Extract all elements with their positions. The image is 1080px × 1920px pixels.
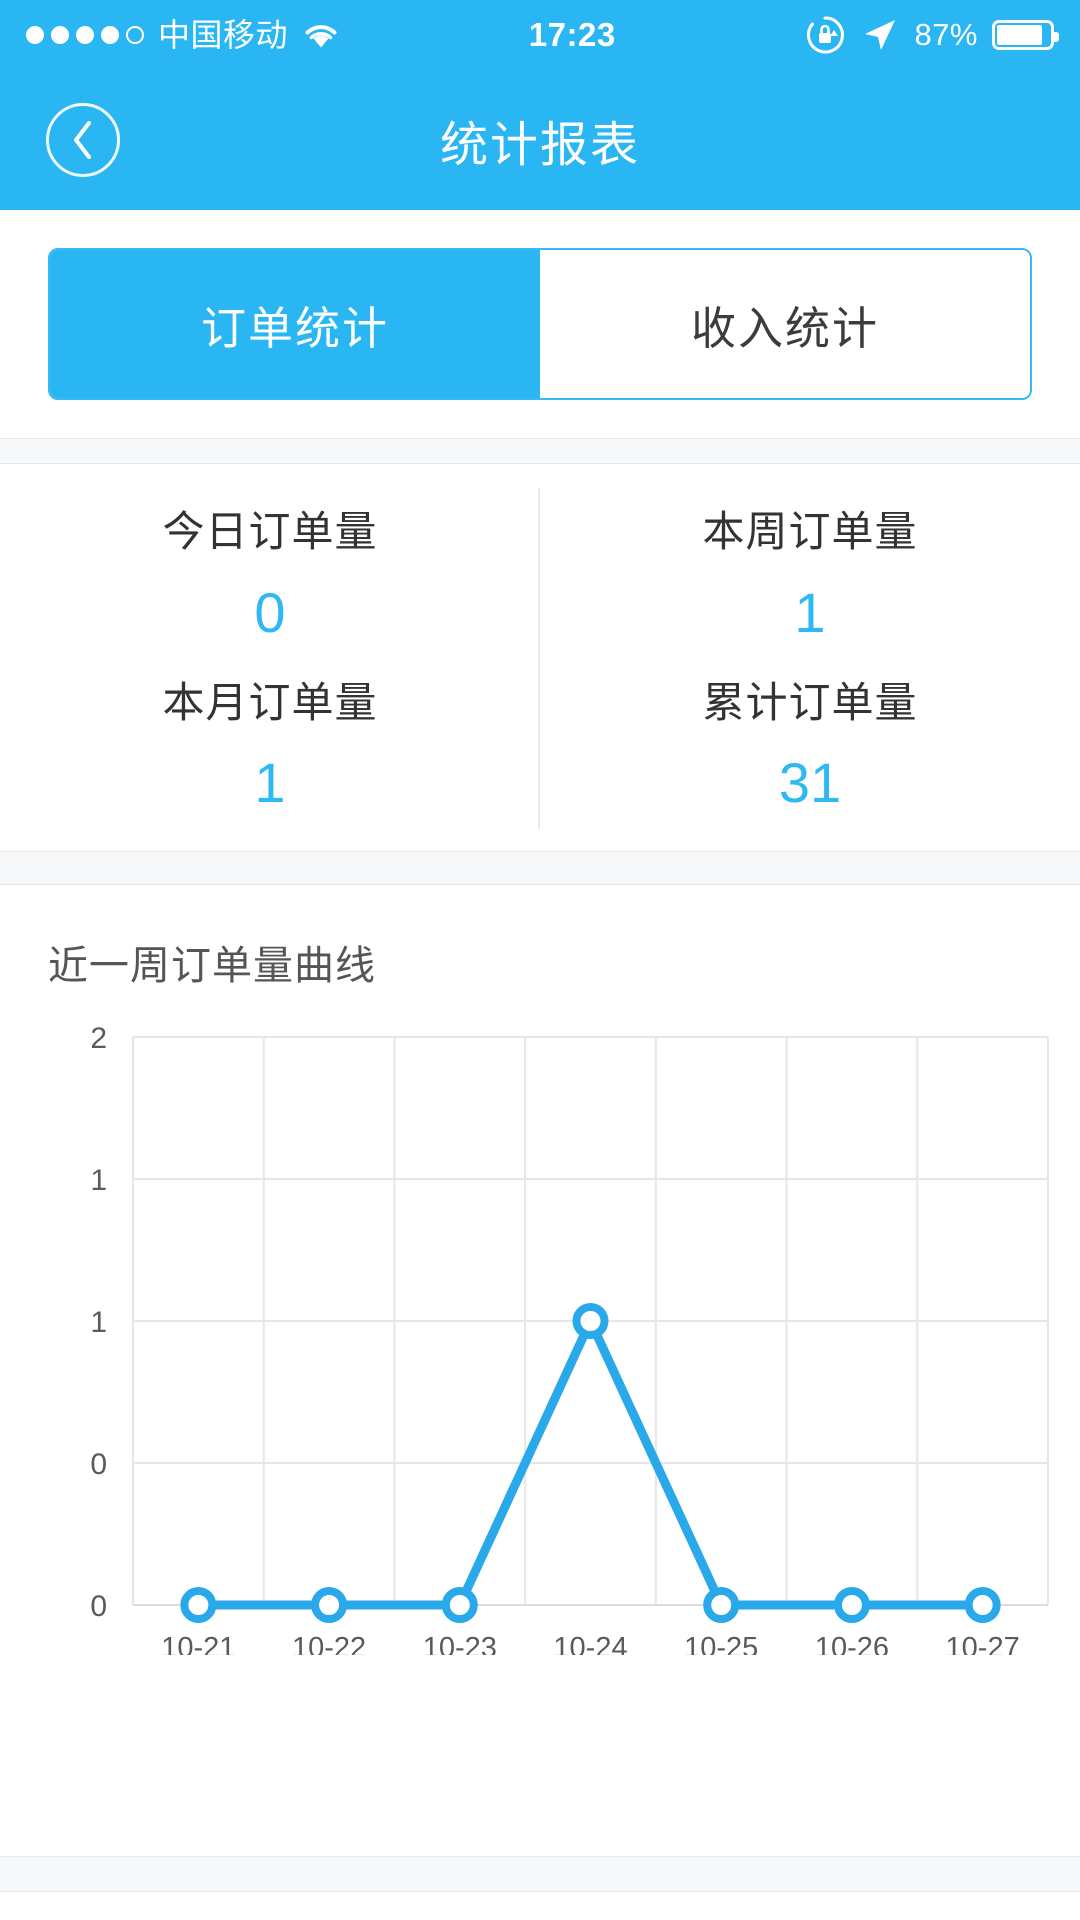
stats-row-1: 今日订单量 0 本周订单量 1 <box>0 484 1080 658</box>
status-bar-right: 87% <box>804 14 1059 56</box>
chevron-left-icon <box>74 121 91 159</box>
chart-data-point <box>441 1587 478 1623</box>
stat-value: 0 <box>254 580 286 644</box>
chart-card: 近一周订单量曲线 2 1 1 0 0 10-21 10-22 10-23 10-24 10-25 1… <box>0 885 1080 1655</box>
x-axis-tick-label: 10-27 <box>946 1632 1020 1655</box>
chart-data-point <box>572 1303 609 1339</box>
status-bar: 中国移动 17:23 87% <box>0 0 1080 70</box>
tab-order-statistics[interactable]: 订单统计 <box>50 250 540 398</box>
chart-data-point <box>703 1587 740 1623</box>
chart-data-point <box>180 1587 217 1623</box>
y-axis-tick-label: 0 <box>90 1590 107 1623</box>
battery-percent-label: 87% <box>914 17 978 52</box>
x-axis-tick-label: 10-21 <box>161 1632 235 1655</box>
section-gap-middle <box>0 851 1080 885</box>
y-axis-tick-label: 1 <box>90 1306 107 1339</box>
stat-label: 累计订单量 <box>702 678 918 726</box>
stat-label: 本周订单量 <box>702 508 918 555</box>
tab-section: 订单统计 收入统计 <box>0 210 1080 438</box>
stat-value: 31 <box>778 751 842 814</box>
x-axis-tick-label: 10-26 <box>815 1632 889 1655</box>
page-title: 统计报表 <box>439 119 640 172</box>
section-gap-bottom <box>0 1856 1080 1892</box>
order-trend-chart: 2 1 1 0 0 10-21 10-22 10-23 10-24 10-25 10-26 10-27 <box>0 1015 1080 1655</box>
stats-card: 今日订单量 0 本周订单量 1 本月订单量 1 累计订单量 31 <box>0 464 1080 851</box>
stat-today-orders: 今日订单量 0 <box>0 484 540 658</box>
chart-title: 近一周订单量曲线 <box>48 944 376 988</box>
stat-value: 1 <box>254 751 286 814</box>
rotation-lock-icon <box>807 16 845 54</box>
stat-label: 今日订单量 <box>162 508 378 555</box>
stats-row-2: 本月订单量 1 累计订单量 31 <box>0 655 1080 829</box>
x-axis-tick-label: 10-23 <box>423 1632 497 1655</box>
wifi-icon <box>305 25 337 48</box>
y-axis-tick-label: 2 <box>90 1022 107 1055</box>
x-axis-tick-label: 10-24 <box>553 1632 627 1655</box>
x-axis-tick-label: 10-25 <box>684 1632 758 1655</box>
x-axis-tick-label: 10-22 <box>292 1632 366 1655</box>
y-axis-tick-label: 1 <box>90 1164 107 1197</box>
stat-value: 1 <box>794 580 826 644</box>
tab-income-statistics[interactable]: 收入统计 <box>540 250 1030 398</box>
stat-label: 本月订单量 <box>162 678 378 726</box>
nav-bar: 统计报表 <box>0 70 1080 210</box>
y-axis-tick-label: 0 <box>90 1448 107 1481</box>
signal-strength-icon <box>26 26 144 44</box>
location-arrow-icon <box>865 20 896 50</box>
stat-week-orders: 本周订单量 1 <box>540 484 1080 655</box>
stat-month-orders: 本月订单量 1 <box>0 655 540 829</box>
status-bar-clock: 17:23 <box>528 16 616 53</box>
stat-total-orders: 累计订单量 31 <box>540 655 1080 826</box>
chart-data-point <box>833 1587 870 1623</box>
back-button[interactable] <box>46 103 120 177</box>
chart-svg: 2 1 1 0 0 10-21 10-22 10-23 10-24 10-25 10-26 10-27 <box>90 1022 1049 1655</box>
chart-data-point <box>311 1587 348 1623</box>
chart-data-point <box>964 1587 1001 1623</box>
carrier-label: 中国移动 <box>158 17 289 53</box>
status-bar-left: 中国移动 <box>26 19 340 51</box>
section-gap-top <box>0 438 1080 464</box>
battery-icon <box>992 20 1059 50</box>
tab-group: 订单统计 收入统计 <box>48 248 1032 400</box>
